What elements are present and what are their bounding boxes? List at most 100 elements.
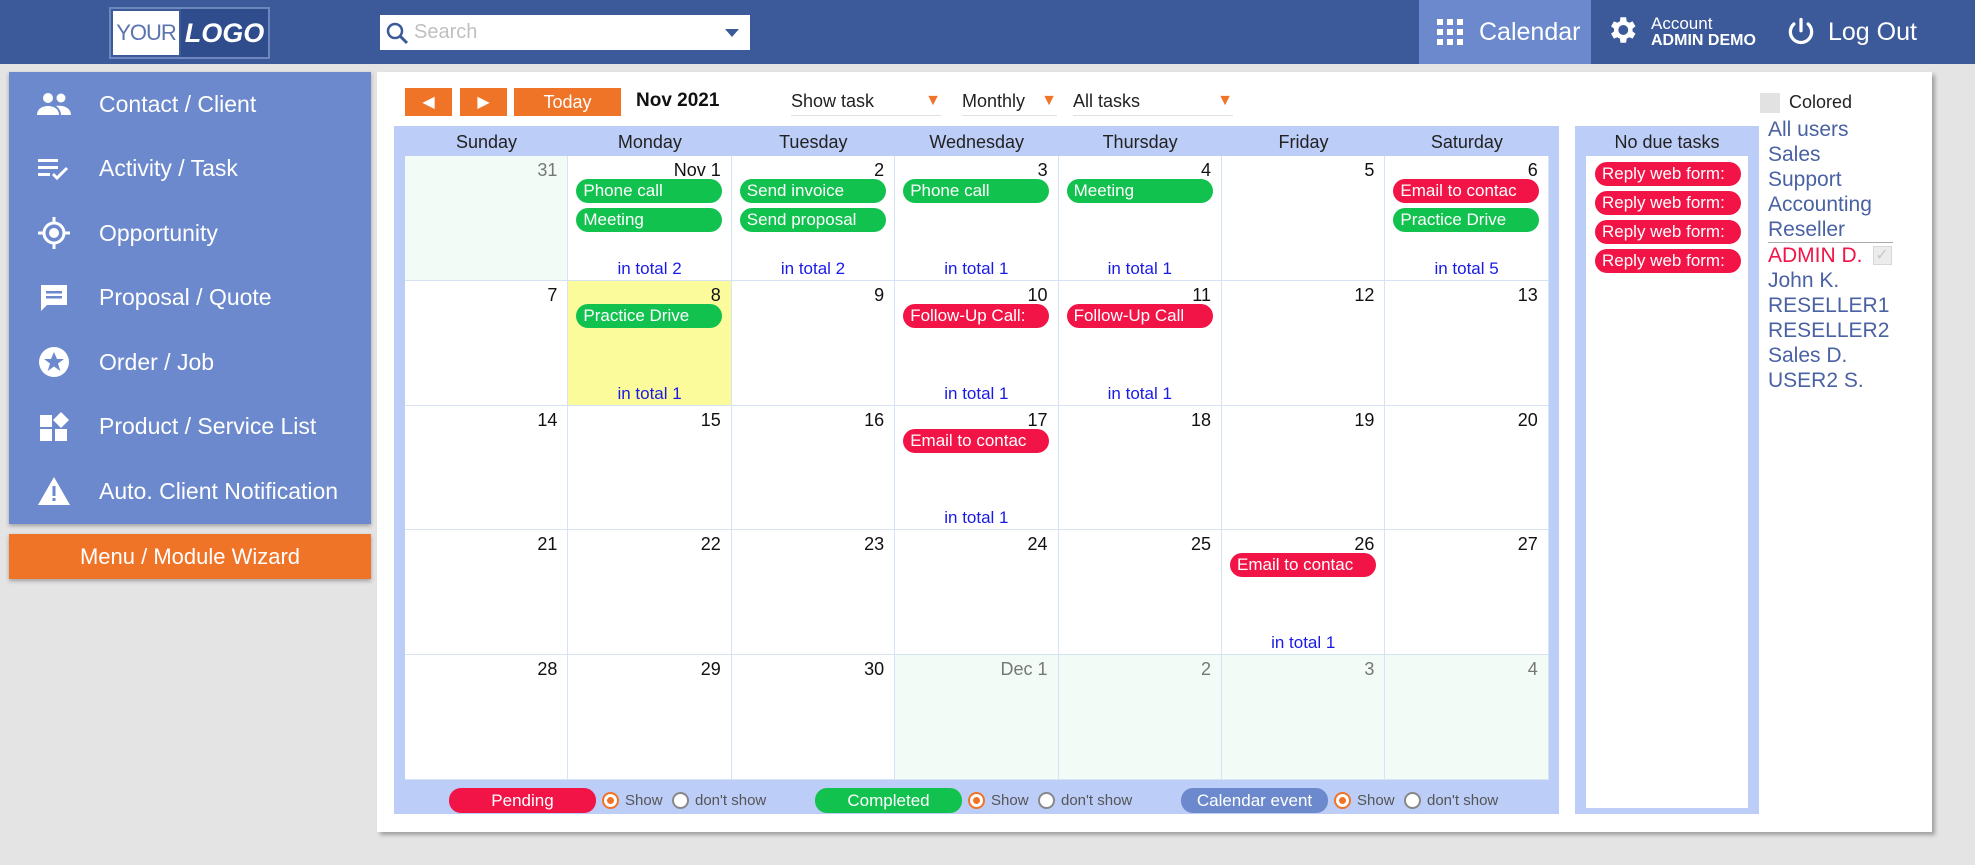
calendar-event[interactable]: Practice Drive (1393, 208, 1540, 232)
user-reseller2[interactable]: RESELLER2 (1768, 318, 1918, 343)
day-cell[interactable]: 16 (731, 405, 896, 531)
day-cell[interactable]: 14 (405, 405, 569, 531)
day-cell[interactable]: 23 (731, 530, 896, 656)
user-reseller1[interactable]: RESELLER1 (1768, 293, 1918, 318)
event-total-link[interactable]: in total 1 (1059, 259, 1221, 279)
day-cell[interactable]: 29 (568, 655, 732, 780)
event-total-link[interactable]: in total 5 (1385, 259, 1547, 279)
day-cell[interactable]: 11 Follow-Up Call in total 1 (1058, 280, 1222, 406)
day-cell[interactable]: 3 (1222, 655, 1386, 780)
day-cell[interactable]: 12 (1222, 280, 1386, 406)
day-cell[interactable]: 13 (1385, 280, 1549, 406)
calendar-event[interactable]: Follow-Up Call: (903, 303, 1050, 328)
event-total-link[interactable]: in total 1 (568, 384, 730, 404)
day-cell[interactable]: 22 (568, 530, 732, 656)
calendar-event[interactable]: Phone call (903, 179, 1050, 203)
calendar-event[interactable]: Meeting (576, 208, 723, 232)
pending-hide-radio[interactable] (672, 792, 689, 809)
calendar-event[interactable]: Meeting (1066, 179, 1213, 203)
no-due-task-item[interactable]: Reply web form: (1595, 220, 1741, 244)
day-cell[interactable]: 7 (405, 280, 569, 406)
event-total-link[interactable]: in total 1 (895, 384, 1057, 404)
day-cell[interactable]: Nov 1 Phone call Meeting in total 2 (568, 156, 732, 281)
calendar-event[interactable]: Send proposal (739, 208, 886, 232)
event-total-link[interactable]: in total 2 (732, 259, 894, 279)
user-group-reseller[interactable]: Reseller (1768, 217, 1893, 243)
view-mode-dropdown[interactable]: Monthly ▼ (962, 88, 1057, 116)
user-checkbox[interactable]: ✓ (1872, 246, 1892, 265)
no-due-task-item[interactable]: Reply web form: (1595, 162, 1741, 186)
day-cell[interactable]: 6 Email to contac Practice Drive in total 5 (1385, 156, 1549, 281)
sidebar-item-product-service-list[interactable]: Product / Service List (9, 395, 371, 460)
calendar-event[interactable]: Practice Drive (576, 303, 723, 328)
sidebar-item-activity-task[interactable]: Activity / Task (9, 137, 371, 202)
today-button[interactable]: Today (514, 88, 621, 116)
search-icon[interactable] (380, 16, 414, 50)
calendar-event[interactable]: Follow-Up Call (1066, 303, 1213, 328)
no-due-task-item[interactable]: Reply web form: (1595, 249, 1741, 273)
calendar-event[interactable]: Phone call (576, 179, 723, 203)
calendar-event[interactable]: Email to contac (1230, 553, 1376, 578)
account-nav-button[interactable]: Account ADMIN DEMO (1605, 0, 1756, 64)
search-box[interactable] (380, 15, 750, 50)
company-logo[interactable]: YOUR LOGO (109, 7, 270, 59)
day-cell[interactable]: 2 (1058, 655, 1222, 780)
day-cell[interactable]: 26 Email to contac in total 1 (1222, 530, 1386, 656)
colored-toggle[interactable]: Colored (1760, 92, 1918, 113)
menu-module-wizard-button[interactable]: Menu / Module Wizard (9, 534, 371, 579)
sidebar-item-proposal-quote[interactable]: Proposal / Quote (9, 266, 371, 331)
day-cell[interactable]: 31 (405, 156, 569, 281)
pending-show-radio[interactable] (602, 792, 619, 809)
day-cell[interactable]: 20 (1385, 405, 1549, 531)
event-total-link[interactable]: in total 1 (895, 508, 1057, 528)
show-task-dropdown[interactable]: Show task ▼ (791, 88, 941, 116)
day-cell[interactable]: 2 Send invoice Send proposal in total 2 (731, 156, 896, 281)
user-group-all-users[interactable]: All users (1768, 117, 1918, 142)
chevron-down-icon[interactable] (714, 28, 750, 37)
no-due-task-item[interactable]: Reply web form: (1595, 191, 1741, 215)
task-filter-dropdown[interactable]: All tasks ▼ (1073, 88, 1233, 116)
day-cell[interactable]: 17 Email to contac in total 1 (895, 405, 1059, 531)
day-cell[interactable]: 3 Phone call in total 1 (895, 156, 1059, 281)
day-cell[interactable]: 9 (731, 280, 896, 406)
completed-show-radio[interactable] (968, 792, 985, 809)
day-cell[interactable]: 24 (895, 530, 1059, 656)
event-total-link[interactable]: in total 1 (1059, 384, 1221, 404)
day-cell[interactable]: 15 (568, 405, 732, 531)
calendar-event[interactable]: Send invoice (739, 179, 886, 203)
sidebar-item-order-job[interactable]: Order / Job (9, 330, 371, 395)
event-total-link[interactable]: in total 2 (568, 259, 730, 279)
search-input[interactable] (414, 21, 714, 44)
next-month-button[interactable]: ▶ (460, 88, 507, 116)
day-cell[interactable]: 4 Meeting in total 1 (1058, 156, 1222, 281)
day-cell[interactable]: 5 (1222, 156, 1386, 281)
day-cell[interactable]: 18 (1058, 405, 1222, 531)
logout-button[interactable]: Log Out (1786, 0, 1917, 64)
day-cell[interactable]: 27 (1385, 530, 1549, 656)
day-cell[interactable]: 25 (1058, 530, 1222, 656)
colored-checkbox[interactable] (1760, 92, 1780, 113)
user-admin-d[interactable]: ADMIN D. ✓ (1768, 243, 1918, 268)
calendar-event[interactable]: Email to contac (1393, 179, 1540, 203)
user-sales-d[interactable]: Sales D. (1768, 343, 1918, 368)
day-cell[interactable]: 19 (1222, 405, 1386, 531)
calendar-event-show-radio[interactable] (1334, 792, 1351, 809)
user-group-accounting[interactable]: Accounting (1768, 192, 1918, 217)
day-cell[interactable]: Dec 1 (895, 655, 1059, 780)
day-cell[interactable]: 4 (1385, 655, 1549, 780)
sidebar-item-opportunity[interactable]: Opportunity (9, 201, 371, 266)
calendar-nav-button[interactable]: Calendar (1419, 0, 1591, 64)
prev-month-button[interactable]: ◀ (405, 88, 452, 116)
user-john-k[interactable]: John K. (1768, 268, 1918, 293)
calendar-event-hide-radio[interactable] (1404, 792, 1421, 809)
sidebar-item-auto-client-notification[interactable]: Auto. Client Notification (9, 459, 371, 524)
event-total-link[interactable]: in total 1 (895, 259, 1057, 279)
user-group-support[interactable]: Support (1768, 167, 1918, 192)
day-cell[interactable]: 30 (731, 655, 896, 780)
user-group-sales[interactable]: Sales (1768, 142, 1918, 167)
completed-hide-radio[interactable] (1038, 792, 1055, 809)
day-cell-today[interactable]: 8 Practice Drive in total 1 (568, 280, 732, 406)
sidebar-item-contact-client[interactable]: Contact / Client (9, 72, 371, 137)
user-user2-s[interactable]: USER2 S. (1768, 368, 1918, 393)
day-cell[interactable]: 10 Follow-Up Call: in total 1 (895, 280, 1059, 406)
